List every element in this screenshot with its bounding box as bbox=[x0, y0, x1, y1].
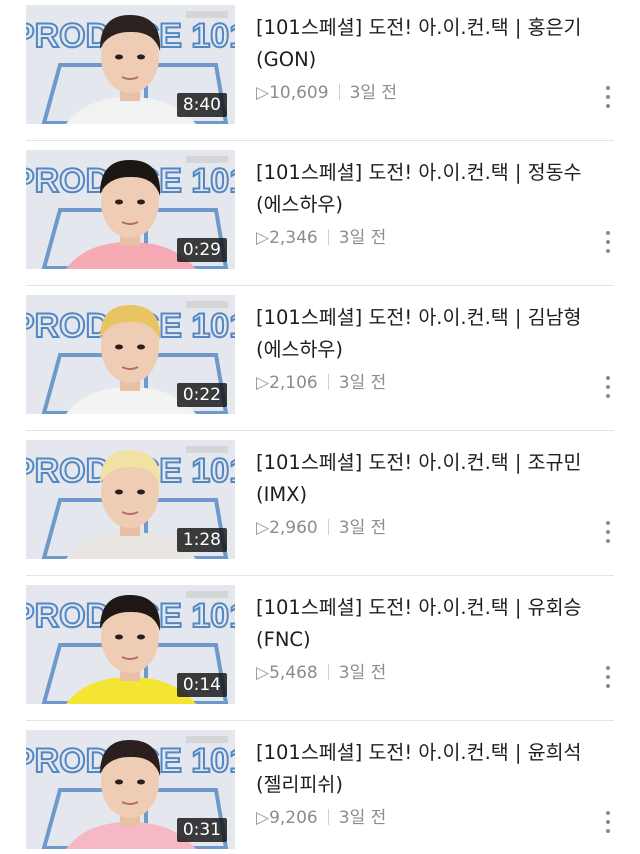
video-list: PRODUCE 101 8:40 [101스페셜] 도전! 아.이.컨.택 | … bbox=[0, 0, 640, 854]
play-outline-icon: ▷ bbox=[256, 228, 270, 248]
video-thumbnail[interactable]: PRODUCE 101 8:40 bbox=[26, 5, 235, 124]
view-count: 10,609 bbox=[269, 83, 329, 103]
view-count: 5,468 bbox=[269, 663, 318, 683]
more-vertical-icon[interactable] bbox=[601, 86, 615, 116]
duration-badge: 1:28 bbox=[176, 528, 227, 552]
meta-separator bbox=[338, 84, 340, 100]
video-meta: ▷9,206 3일 전 bbox=[256, 805, 386, 831]
view-count: 2,106 bbox=[269, 373, 318, 393]
video-title-line-2: (IMX) bbox=[256, 483, 308, 506]
more-vertical-icon[interactable] bbox=[601, 521, 615, 551]
meta-separator bbox=[327, 664, 329, 680]
duration-badge: 0:14 bbox=[176, 673, 227, 697]
video-title-line-1: [101스페셜] 도전! 아.이.컨.택 | 정동수 bbox=[256, 161, 582, 184]
video-meta: ▷5,468 3일 전 bbox=[256, 660, 386, 686]
video-title-line-2: (에스하우) bbox=[256, 193, 343, 216]
video-title[interactable]: [101스페셜] 도전! 아.이.컨.택 | 유회승 (FNC) bbox=[256, 592, 596, 656]
video-thumbnail[interactable]: PRODUCE 101 1:28 bbox=[26, 440, 235, 559]
more-vertical-icon[interactable] bbox=[601, 666, 615, 696]
video-item[interactable]: PRODUCE 101 8:40 [101스페셜] 도전! 아.이.컨.택 | … bbox=[0, 0, 640, 145]
view-count: 2,346 bbox=[269, 228, 318, 248]
video-title[interactable]: [101스페셜] 도전! 아.이.컨.택 | 김남형 (에스하우) bbox=[256, 302, 596, 366]
video-title-line-2: (에스하우) bbox=[256, 338, 343, 361]
more-vertical-icon[interactable] bbox=[601, 376, 615, 406]
video-title[interactable]: [101스페셜] 도전! 아.이.컨.택 | 윤희석 (젤리피쉬) bbox=[256, 737, 596, 801]
video-title-line-2: (젤리피쉬) bbox=[256, 773, 343, 796]
upload-age: 3일 전 bbox=[338, 518, 387, 538]
meta-separator bbox=[327, 809, 329, 825]
video-thumbnail[interactable]: PRODUCE 101 0:29 bbox=[26, 150, 235, 269]
video-title-line-2: (GON) bbox=[256, 48, 317, 71]
row-divider bbox=[26, 575, 614, 576]
video-thumbnail[interactable]: PRODUCE 101 0:22 bbox=[26, 295, 235, 414]
upload-age: 3일 전 bbox=[338, 373, 387, 393]
meta-separator bbox=[327, 229, 329, 245]
video-item[interactable]: PRODUCE 101 0:22 [101스페셜] 도전! 아.이.컨.택 | … bbox=[0, 290, 640, 435]
video-title[interactable]: [101스페셜] 도전! 아.이.컨.택 | 홍은기 (GON) bbox=[256, 12, 596, 76]
video-title-line-1: [101스페셜] 도전! 아.이.컨.택 | 유회승 bbox=[256, 596, 582, 619]
video-title-line-1: [101스페셜] 도전! 아.이.컨.택 | 김남형 bbox=[256, 306, 582, 329]
video-meta: ▷2,106 3일 전 bbox=[256, 370, 386, 396]
video-title-line-2: (FNC) bbox=[256, 628, 311, 651]
video-item[interactable]: PRODUCE 101 1:28 [101스페셜] 도전! 아.이.컨.택 | … bbox=[0, 435, 640, 580]
row-divider bbox=[26, 285, 614, 286]
meta-separator bbox=[327, 519, 329, 535]
video-meta: ▷2,346 3일 전 bbox=[256, 225, 386, 251]
play-outline-icon: ▷ bbox=[256, 663, 270, 683]
upload-age: 3일 전 bbox=[349, 83, 398, 103]
view-count: 2,960 bbox=[269, 518, 318, 538]
play-outline-icon: ▷ bbox=[256, 83, 270, 103]
row-divider bbox=[26, 140, 614, 141]
row-divider bbox=[26, 720, 614, 721]
duration-badge: 0:31 bbox=[176, 818, 227, 842]
upload-age: 3일 전 bbox=[338, 808, 387, 828]
video-thumbnail[interactable]: PRODUCE 101 0:31 bbox=[26, 730, 235, 849]
row-divider bbox=[26, 430, 614, 431]
video-item[interactable]: PRODUCE 101 0:31 [101스페셜] 도전! 아.이.컨.택 | … bbox=[0, 725, 640, 854]
play-outline-icon: ▷ bbox=[256, 518, 270, 538]
video-title-line-1: [101스페셜] 도전! 아.이.컨.택 | 윤희석 bbox=[256, 741, 582, 764]
video-meta: ▷10,609 3일 전 bbox=[256, 80, 397, 106]
video-item[interactable]: PRODUCE 101 0:29 [101스페셜] 도전! 아.이.컨.택 | … bbox=[0, 145, 640, 290]
video-item[interactable]: PRODUCE 101 0:14 [101스페셜] 도전! 아.이.컨.택 | … bbox=[0, 580, 640, 725]
play-outline-icon: ▷ bbox=[256, 808, 270, 828]
meta-separator bbox=[327, 374, 329, 390]
more-vertical-icon[interactable] bbox=[601, 811, 615, 841]
upload-age: 3일 전 bbox=[338, 228, 387, 248]
more-vertical-icon[interactable] bbox=[601, 231, 615, 261]
video-thumbnail[interactable]: PRODUCE 101 0:14 bbox=[26, 585, 235, 704]
video-title[interactable]: [101스페셜] 도전! 아.이.컨.택 | 조규민 (IMX) bbox=[256, 447, 596, 511]
video-meta: ▷2,960 3일 전 bbox=[256, 515, 386, 541]
view-count: 9,206 bbox=[269, 808, 318, 828]
play-outline-icon: ▷ bbox=[256, 373, 270, 393]
duration-badge: 8:40 bbox=[176, 93, 227, 117]
duration-badge: 0:22 bbox=[176, 383, 227, 407]
video-title-line-1: [101스페셜] 도전! 아.이.컨.택 | 홍은기 bbox=[256, 16, 582, 39]
video-title[interactable]: [101스페셜] 도전! 아.이.컨.택 | 정동수 (에스하우) bbox=[256, 157, 596, 221]
upload-age: 3일 전 bbox=[338, 663, 387, 683]
video-title-line-1: [101스페셜] 도전! 아.이.컨.택 | 조규민 bbox=[256, 451, 582, 474]
duration-badge: 0:29 bbox=[176, 238, 227, 262]
